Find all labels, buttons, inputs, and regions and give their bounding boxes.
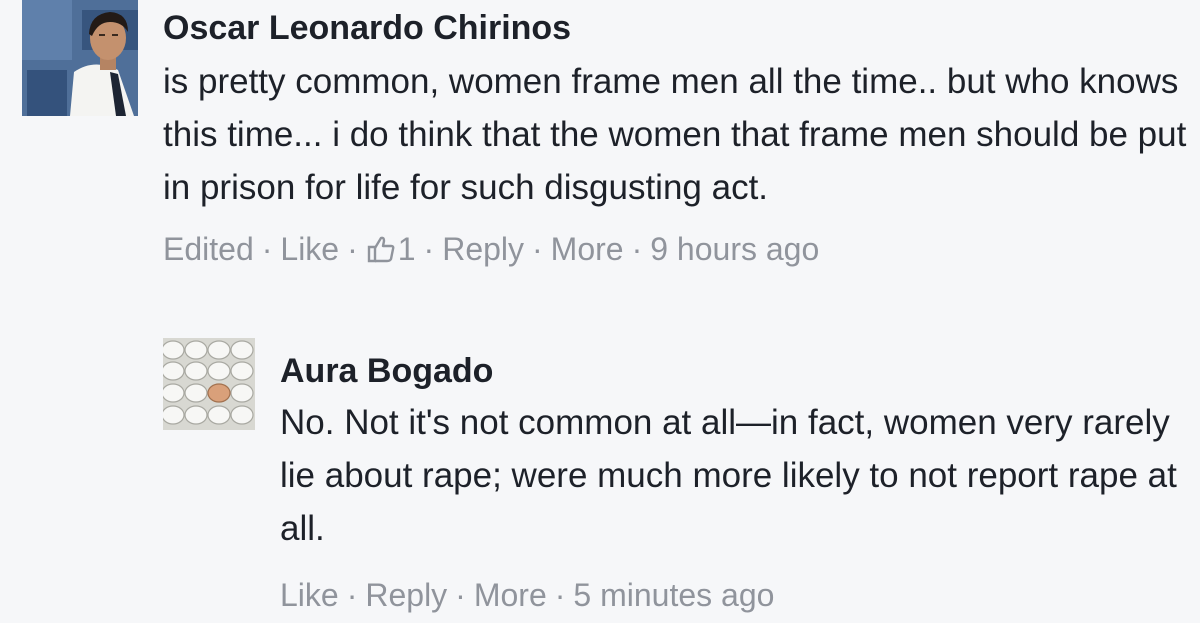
like-button[interactable]: Like [280, 231, 339, 267]
more-button[interactable]: More [474, 577, 547, 613]
timestamp[interactable]: 5 minutes ago [573, 577, 774, 613]
avatar[interactable] [163, 338, 255, 430]
profile-photo-icon [22, 0, 138, 116]
separator: · [631, 231, 643, 267]
edited-link[interactable]: Edited [163, 231, 254, 267]
like-count[interactable]: 1 [366, 231, 416, 267]
comment-actions: Like · Reply · More · 5 minutes ago [280, 575, 1190, 615]
eggs-photo-icon [163, 338, 255, 430]
separator: · [346, 577, 358, 613]
comment-actions: Edited · Like · 1 · Reply · More · 9 hours ago [163, 229, 1193, 269]
separator: · [532, 231, 543, 267]
like-button[interactable]: Like [280, 577, 339, 613]
comment-text: No. Not it's not common at all—in fact, … [280, 403, 1177, 548]
comment-body: Aura Bogado No. Not it's not common at a… [280, 338, 1190, 615]
separator: · [455, 577, 466, 613]
more-button[interactable]: More [551, 231, 624, 267]
comment-author[interactable]: Oscar Leonardo Chirinos [163, 0, 1193, 56]
comment-author[interactable]: Aura Bogado [280, 340, 1190, 402]
separator: · [423, 231, 435, 267]
separator: · [347, 231, 358, 267]
thumbs-up-icon [367, 236, 395, 263]
separator: · [554, 577, 566, 613]
reply-button[interactable]: Reply [442, 231, 524, 267]
avatar[interactable] [22, 0, 138, 116]
separator: · [261, 231, 273, 267]
comment-body: Oscar Leonardo Chirinos is pretty common… [163, 0, 1193, 269]
like-count-value: 1 [397, 231, 416, 267]
reply-button[interactable]: Reply [365, 577, 447, 613]
timestamp[interactable]: 9 hours ago [650, 231, 819, 267]
comment-text: is pretty common, women frame men all th… [163, 62, 1187, 207]
